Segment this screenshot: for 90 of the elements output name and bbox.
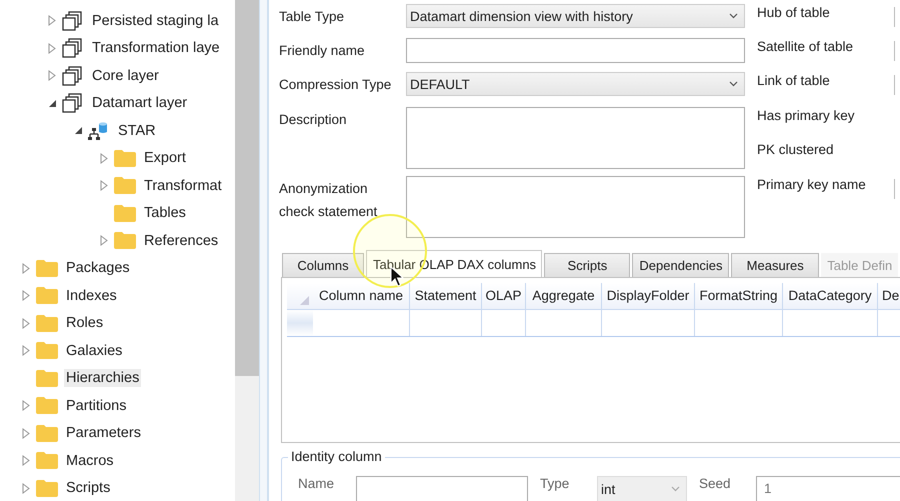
folder-icon xyxy=(36,260,58,277)
folder-icon xyxy=(36,397,58,414)
dropdown[interactable]: Datamart dimension view with history xyxy=(406,4,745,28)
text-area[interactable] xyxy=(406,176,745,238)
tree-item[interactable]: Indexes xyxy=(64,286,119,305)
stacked-pages-icon xyxy=(62,38,82,58)
field-label: Friendly name xyxy=(279,42,366,60)
column-header[interactable]: OLAP xyxy=(482,283,526,309)
field-label: Compression Type xyxy=(279,76,392,94)
collapsed-arrow-icon[interactable] xyxy=(48,15,56,26)
tab[interactable]: Measures xyxy=(731,253,820,277)
collapsed-arrow-icon[interactable] xyxy=(100,152,108,164)
chevron-down-icon xyxy=(729,81,738,87)
type-dropdown[interactable]: int xyxy=(597,476,687,501)
field-label: Link of table xyxy=(757,72,830,90)
folder-icon xyxy=(36,480,58,497)
collapsed-arrow-icon[interactable] xyxy=(48,42,56,54)
collapsed-arrow-icon[interactable] xyxy=(100,235,108,246)
tree-item[interactable]: STAR xyxy=(116,122,158,140)
tree-item[interactable]: Hierarchies xyxy=(64,369,142,388)
tree-item[interactable]: Datamart layer xyxy=(90,94,190,112)
collapsed-arrow-icon[interactable] xyxy=(22,318,30,329)
field-label: Name xyxy=(298,476,336,492)
field-label: PK clustered xyxy=(757,141,834,159)
folder-icon xyxy=(36,342,58,360)
tree-item[interactable]: References xyxy=(142,232,220,250)
column-header[interactable]: Column name xyxy=(313,283,410,309)
tree-item[interactable]: Core layer xyxy=(90,66,161,85)
column-header[interactable]: Statement xyxy=(410,283,482,309)
folder-icon xyxy=(36,287,58,304)
collapsed-arrow-icon[interactable] xyxy=(22,482,30,494)
folder-icon xyxy=(36,452,58,470)
column-header[interactable]: DisplayFolder xyxy=(602,283,695,309)
group-title: Identity column xyxy=(288,449,385,464)
collapsed-arrow-icon[interactable] xyxy=(22,345,30,356)
field-label: Type xyxy=(540,476,570,492)
expanded-arrow-icon[interactable] xyxy=(74,126,83,136)
field-label: Satellite of table xyxy=(757,38,854,56)
column-header[interactable]: Aggregate xyxy=(526,283,602,309)
field-label: Hub of table xyxy=(757,4,830,22)
column-header[interactable]: FormatString xyxy=(695,283,783,309)
folder-icon xyxy=(36,424,58,442)
tab[interactable]: Dependencies xyxy=(632,253,730,277)
tree-item[interactable]: Parameters xyxy=(64,424,143,442)
expanded-arrow-icon[interactable] xyxy=(48,98,57,108)
tree-item[interactable]: Scripts xyxy=(64,479,112,498)
tree-item[interactable]: Galaxies xyxy=(64,342,124,360)
dropdown[interactable]: DEFAULT xyxy=(406,72,745,96)
folder-icon xyxy=(114,177,136,194)
name-field[interactable] xyxy=(356,476,528,501)
folder-icon xyxy=(36,314,58,332)
seed-field[interactable]: 1 xyxy=(756,476,900,501)
tree-item[interactable]: Transformation laye xyxy=(90,39,222,58)
corner-triangle-icon xyxy=(299,295,310,306)
tree-item[interactable]: Packages xyxy=(64,259,132,278)
tree-item[interactable]: Transformat xyxy=(142,176,224,195)
collapsed-arrow-icon[interactable] xyxy=(22,400,30,412)
field-label: Table Type xyxy=(279,8,346,26)
database-network-icon xyxy=(88,120,110,141)
field-label: Primary key name xyxy=(757,176,866,194)
collapsed-arrow-icon[interactable] xyxy=(22,455,30,466)
tab[interactable]: Scripts xyxy=(544,253,630,277)
folder-icon xyxy=(36,370,58,387)
folder-icon xyxy=(114,204,136,222)
collapsed-arrow-icon[interactable] xyxy=(22,428,30,439)
folder-icon xyxy=(114,232,136,250)
field-label: Has primary key xyxy=(757,107,855,125)
field-label: Description xyxy=(279,111,348,129)
tree-item[interactable]: Roles xyxy=(64,314,106,332)
tree-item[interactable]: Export xyxy=(142,149,188,168)
tree-item[interactable]: Partitions xyxy=(64,396,128,415)
collapsed-arrow-icon[interactable] xyxy=(100,180,108,192)
stacked-pages-icon xyxy=(62,66,82,86)
column-header[interactable]: DataCategory xyxy=(783,283,878,309)
stacked-pages-icon xyxy=(62,93,82,114)
tree-item[interactable]: Persisted staging la xyxy=(90,12,221,30)
tree-item[interactable]: Tables xyxy=(142,204,188,222)
field-label: Seed xyxy=(699,476,732,492)
scrollbar-thumb[interactable] xyxy=(235,0,259,376)
collapsed-arrow-icon[interactable] xyxy=(48,70,56,82)
collapsed-arrow-icon[interactable] xyxy=(22,290,30,302)
text-area[interactable] xyxy=(406,107,745,169)
collapsed-arrow-icon[interactable] xyxy=(22,262,30,274)
tree-item[interactable]: Macros xyxy=(64,452,116,470)
chevron-down-icon xyxy=(729,13,738,19)
folder-icon xyxy=(114,150,136,167)
chevron-down-icon xyxy=(671,486,680,492)
field-label: Anonymization check statement xyxy=(279,180,378,221)
tab[interactable]: Columns xyxy=(282,253,364,277)
stacked-pages-icon xyxy=(62,10,82,31)
